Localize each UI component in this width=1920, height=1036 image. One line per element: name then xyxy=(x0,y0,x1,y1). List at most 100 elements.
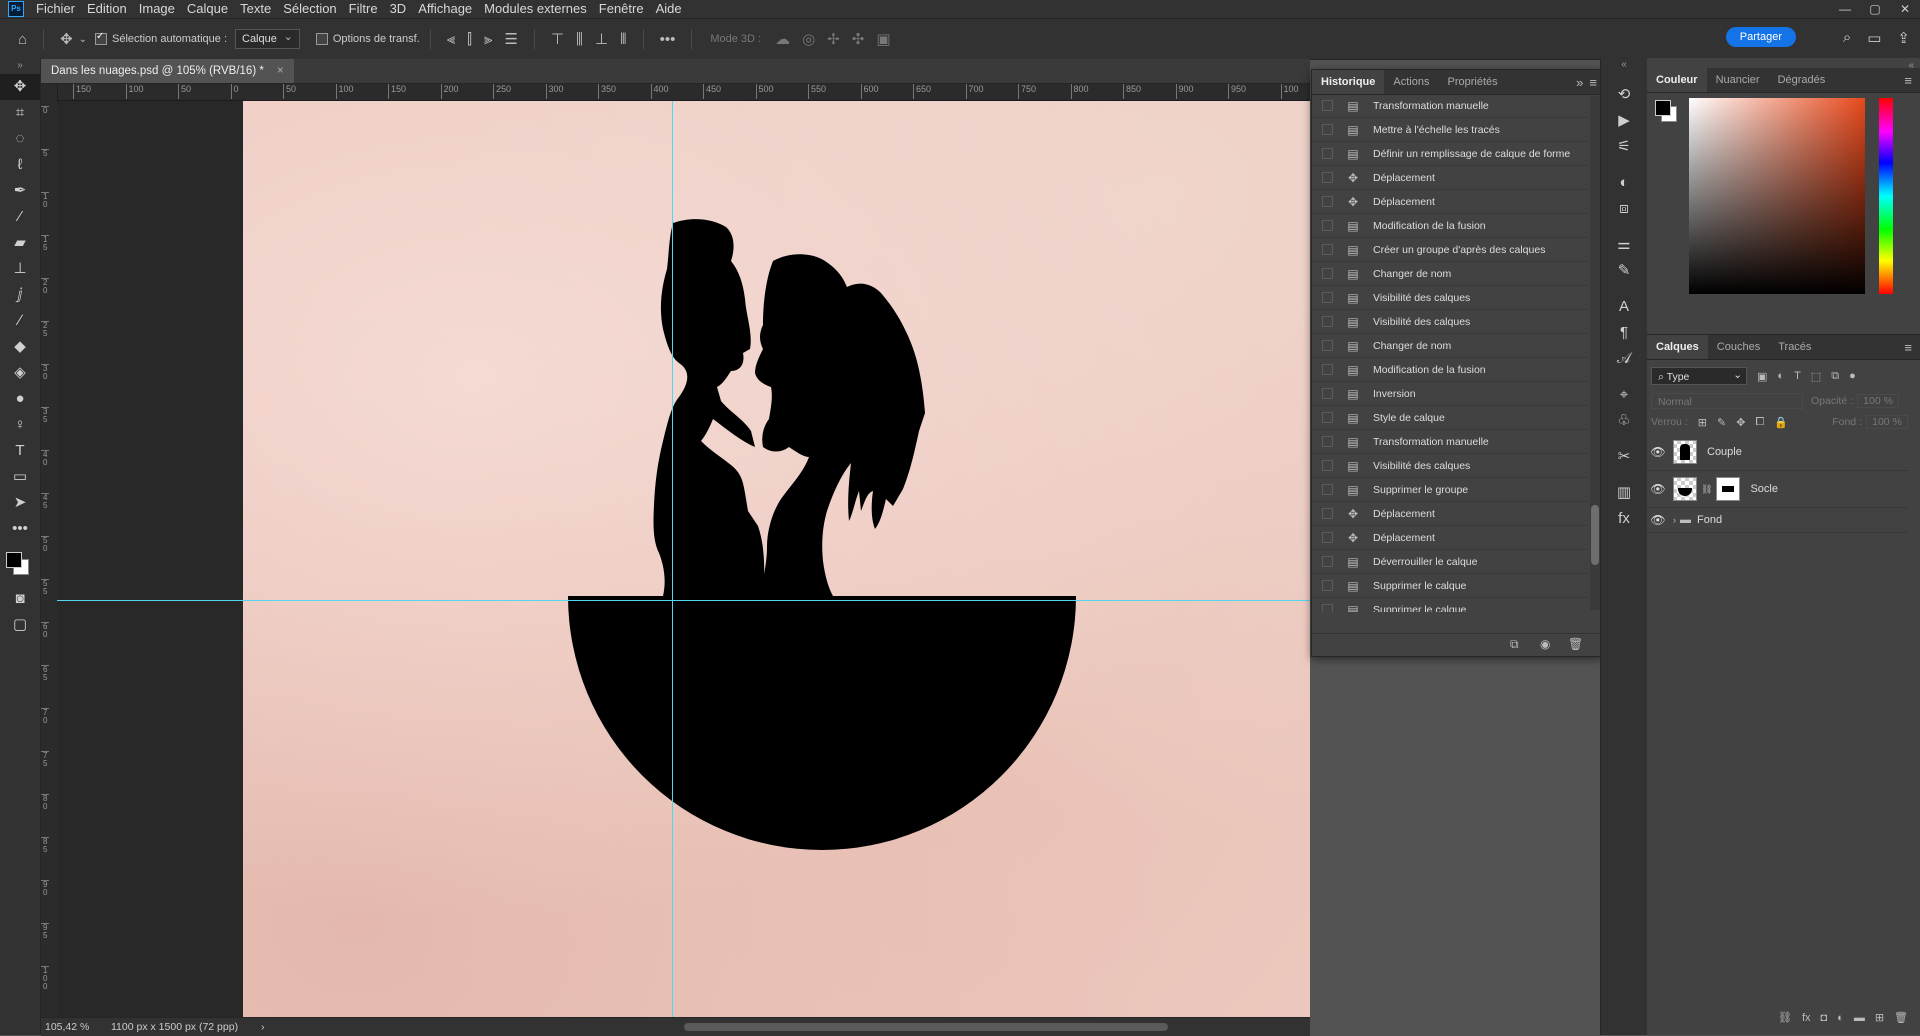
color-foreground-swatch[interactable] xyxy=(1655,100,1671,116)
history-panel-icon[interactable]: ⟲ xyxy=(1601,82,1647,108)
guide-vertical[interactable] xyxy=(672,101,673,1017)
tab-actions[interactable]: Actions xyxy=(1384,70,1438,94)
align-right-icon[interactable]: ⫸ xyxy=(484,31,492,48)
chevron-down-icon[interactable]: ⌄ xyxy=(79,34,87,45)
history-state-row[interactable]: ✥ Déplacement xyxy=(1312,526,1588,550)
transform-check-icon[interactable] xyxy=(315,33,328,45)
snapshot-source-box[interactable] xyxy=(1322,532,1333,543)
lock-position-icon[interactable]: ✥ xyxy=(1736,416,1745,429)
opacity-input[interactable]: 100 % xyxy=(1857,394,1900,408)
clone-source-icon[interactable]: ▥ xyxy=(1601,480,1647,506)
hue-slider[interactable] xyxy=(1879,98,1893,294)
move-tool[interactable]: ✥ xyxy=(0,74,40,100)
menu-item[interactable]: Image xyxy=(133,0,181,18)
expand-panel-icon[interactable]: » xyxy=(1576,75,1589,90)
scale-3d-icon[interactable]: ▣ xyxy=(876,30,890,48)
snapshot-source-box[interactable] xyxy=(1322,100,1333,111)
brushes-icon[interactable]: ✎ xyxy=(1601,258,1647,284)
add-mask-icon[interactable]: ◘ xyxy=(1821,1012,1828,1024)
paragraph-icon[interactable]: ¶ xyxy=(1601,320,1647,346)
visibility-eye-icon[interactable]: 👁 xyxy=(1647,513,1669,527)
history-state-row[interactable]: ▤ Créer un groupe d'après des calques xyxy=(1312,238,1588,262)
blur-tool[interactable]: ● xyxy=(0,386,40,412)
auto-select-check-icon[interactable] xyxy=(95,31,108,45)
path-selection-tool[interactable]: ➤ xyxy=(0,490,40,516)
pen-tool[interactable]: ✒ xyxy=(0,178,40,204)
snapshot-camera-icon[interactable]: ◉ xyxy=(1540,637,1550,651)
color-swatches[interactable] xyxy=(0,542,40,586)
snapshot-source-box[interactable] xyxy=(1322,508,1333,519)
color-panel-menu-icon[interactable]: ≡ xyxy=(1904,73,1920,88)
align-bottom-icon[interactable]: ⊥ xyxy=(595,30,608,48)
tab-couches[interactable]: Couches xyxy=(1708,335,1769,359)
menu-item[interactable]: Fenêtre xyxy=(593,0,650,18)
history-state-row[interactable]: ▤ Modification de la fusion xyxy=(1312,358,1588,382)
snapshot-source-box[interactable] xyxy=(1322,460,1333,471)
quick-mask-tool[interactable]: ◙ xyxy=(0,586,40,612)
marquee-tool[interactable]: ◌ xyxy=(0,126,40,152)
history-state-row[interactable]: ▤ Supprimer le groupe xyxy=(1312,478,1588,502)
history-state-row[interactable]: ▤ Visibilité des calques xyxy=(1312,454,1588,478)
search-icon[interactable]: ⌕ xyxy=(1843,29,1851,47)
close-window-button[interactable]: ✕ xyxy=(1890,0,1920,18)
snapshot-source-box[interactable] xyxy=(1322,484,1333,495)
new-adjustment-icon[interactable]: ◐ xyxy=(1837,1012,1844,1024)
tab-proprietes[interactable]: Propriétés xyxy=(1438,70,1506,94)
history-state-row[interactable]: ✥ Déplacement xyxy=(1312,502,1588,526)
more-options-button[interactable]: ••• xyxy=(660,31,676,48)
history-state-row[interactable]: ▤ Modification de la fusion xyxy=(1312,214,1588,238)
menu-item[interactable]: Filtre xyxy=(343,0,384,18)
fill-input[interactable]: 100 % xyxy=(1866,415,1908,429)
snapshot-source-box[interactable] xyxy=(1322,436,1333,447)
layer-row-socle[interactable]: 👁 ⛓ Socle xyxy=(1647,471,1909,508)
filter-smart-icon[interactable]: ⧉ xyxy=(1831,370,1839,383)
snapshot-source-box[interactable] xyxy=(1322,196,1333,207)
transform-options-checkbox[interactable]: Options de transf. xyxy=(315,33,420,45)
menu-item[interactable]: 3D xyxy=(384,0,413,18)
minimize-button[interactable]: — xyxy=(1830,0,1860,18)
layer-mask-thumbnail[interactable] xyxy=(1716,477,1741,501)
snapshot-source-box[interactable] xyxy=(1322,580,1333,591)
link-layers-icon[interactable]: ⛓ xyxy=(1778,1011,1792,1024)
history-state-row[interactable]: ▤ Transformation manuelle xyxy=(1312,94,1588,118)
lock-pixels-icon[interactable]: ✎ xyxy=(1717,416,1726,429)
paint-bucket-tool[interactable]: ◈ xyxy=(0,360,40,386)
slide-3d-icon[interactable]: ✣ xyxy=(852,30,865,48)
stamp-tool[interactable]: ⊥ xyxy=(0,256,40,282)
type-tool[interactable]: T xyxy=(0,438,40,464)
history-state-row[interactable]: ▤ Changer de nom xyxy=(1312,334,1588,358)
history-state-row[interactable]: ▤ Style de calque xyxy=(1312,406,1588,430)
healing-tool[interactable]: ▰ xyxy=(0,230,40,256)
actions-play-icon[interactable]: ▶ xyxy=(1601,108,1647,134)
snapshot-source-box[interactable] xyxy=(1322,316,1333,327)
align-left-icon[interactable]: ⫷ xyxy=(447,31,455,48)
history-state-row[interactable]: ▤ Supprimer le calque xyxy=(1312,598,1588,612)
crop-tool[interactable]: ⌗ xyxy=(0,100,40,126)
menu-item[interactable]: Aide xyxy=(650,0,688,18)
tab-calques[interactable]: Calques xyxy=(1647,335,1708,359)
layer-select-dropdown[interactable]: Calque xyxy=(235,28,300,49)
menu-item[interactable]: Sélection xyxy=(277,0,342,18)
snapshot-source-box[interactable] xyxy=(1322,556,1333,567)
snapshot-source-box[interactable] xyxy=(1322,124,1333,135)
history-state-row[interactable]: ▤ Supprimer le calque xyxy=(1312,574,1588,598)
pan-3d-icon[interactable]: ✢ xyxy=(827,30,840,48)
canvas-area[interactable] xyxy=(57,101,1310,1017)
color-picker-field[interactable] xyxy=(1689,98,1865,294)
shape-tool[interactable]: ▭ xyxy=(0,464,40,490)
snapshot-source-box[interactable] xyxy=(1322,364,1333,375)
tab-nuancier[interactable]: Nuancier xyxy=(1707,68,1769,92)
filter-shape-icon[interactable]: ⬚ xyxy=(1811,370,1821,383)
layer-row-couple[interactable]: 👁 Couple xyxy=(1647,434,1909,471)
eraser-tool[interactable]: ◆ xyxy=(0,334,40,360)
chain-link-icon[interactable]: ⛓ xyxy=(1701,484,1712,495)
move-tool-icon[interactable]: ✥ xyxy=(60,30,73,48)
libraries-icon[interactable]: ⧈ xyxy=(1601,196,1647,222)
snapshot-source-box[interactable] xyxy=(1322,220,1333,231)
trash-icon[interactable]: 🗑 xyxy=(1568,637,1583,651)
align-center-h-icon[interactable]: ⫿ xyxy=(467,31,472,48)
character-icon[interactable]: A xyxy=(1601,294,1647,320)
visibility-eye-icon[interactable]: 👁 xyxy=(1647,445,1669,459)
new-layer-icon[interactable]: ⊞ xyxy=(1875,1011,1884,1024)
ruler-horizontal[interactable]: 150 100 50 0 50 100 150 200 250 300 350 400 450 500 55… xyxy=(57,84,1310,101)
